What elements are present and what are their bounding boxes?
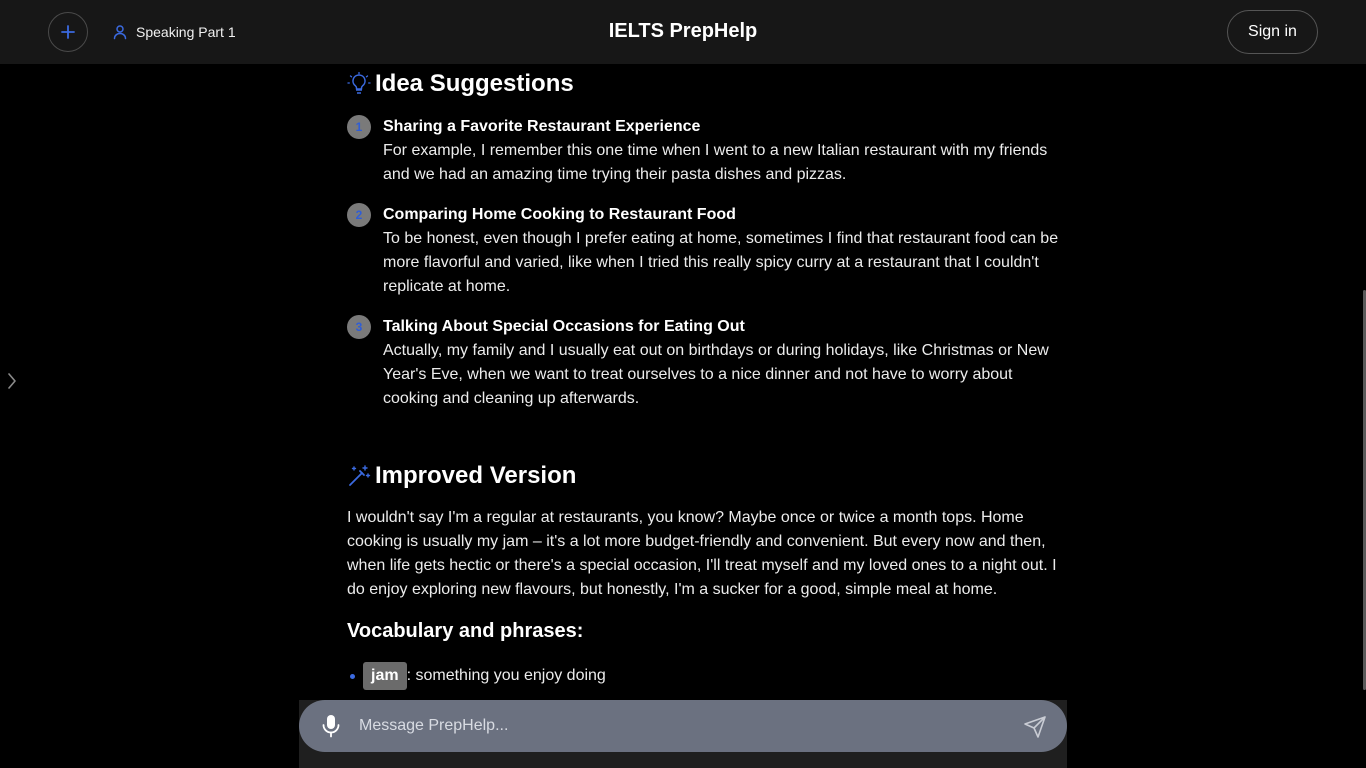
improved-answer-text: I wouldn't say I'm a regular at restaura… xyxy=(347,509,1057,598)
send-button[interactable] xyxy=(1023,715,1047,739)
bullet xyxy=(350,673,355,679)
top-bar: Speaking Part 1 IELTS PrepHelp Sign in xyxy=(0,0,1366,64)
idea-item: 2 Comparing Home Cooking to Restaurant F… xyxy=(347,203,1067,299)
idea-text: To be honest, even though I prefer eatin… xyxy=(383,230,1059,295)
idea-item: 3 Talking About Special Occasions for Ea… xyxy=(347,315,1067,411)
vocab-term: jam xyxy=(363,662,407,690)
send-icon xyxy=(1024,716,1046,738)
mode-selector[interactable]: Speaking Part 1 xyxy=(112,22,236,42)
idea-title: Comparing Home Cooking to Restaurant Foo… xyxy=(383,206,736,223)
improved-version-heading: Improved Version xyxy=(347,462,576,490)
lightbulb-icon xyxy=(347,72,371,94)
section-title: Improved Version xyxy=(375,462,577,489)
sidebar-toggle-button[interactable] xyxy=(4,370,20,392)
user-icon xyxy=(113,25,127,40)
microphone-icon xyxy=(322,715,340,738)
chat-content: Idea Suggestions 1 Sharing a Favorite Re… xyxy=(347,64,1067,700)
vocab-list-item: jam : something you enjoy doing xyxy=(347,662,606,690)
idea-title: Talking About Special Occasions for Eati… xyxy=(383,318,745,335)
sign-in-button[interactable]: Sign in xyxy=(1227,10,1318,54)
vocab-definition: : something you enjoy doing xyxy=(406,667,606,684)
vocabulary-heading: Vocabulary and phrases: xyxy=(347,620,584,642)
plus-icon xyxy=(61,25,75,39)
idea-title: Sharing a Favorite Restaurant Experience xyxy=(383,118,701,135)
idea-suggestions-heading: Idea Suggestions xyxy=(347,70,574,98)
idea-text: For example, I remember this one time wh… xyxy=(383,142,1048,183)
mode-label: Speaking Part 1 xyxy=(136,24,236,40)
magic-wand-icon xyxy=(349,465,371,486)
idea-number: 3 xyxy=(347,315,371,339)
idea-number: 1 xyxy=(347,115,371,139)
chevron-right-icon xyxy=(8,373,16,389)
section-title: Idea Suggestions xyxy=(375,70,574,97)
new-chat-button[interactable] xyxy=(48,12,88,52)
idea-number: 2 xyxy=(347,203,371,227)
message-input[interactable] xyxy=(359,712,999,740)
message-composer xyxy=(299,700,1067,752)
microphone-button[interactable] xyxy=(319,713,343,739)
idea-item: 1 Sharing a Favorite Restaurant Experien… xyxy=(347,115,1067,187)
idea-text: Actually, my family and I usually eat ou… xyxy=(383,342,1049,407)
